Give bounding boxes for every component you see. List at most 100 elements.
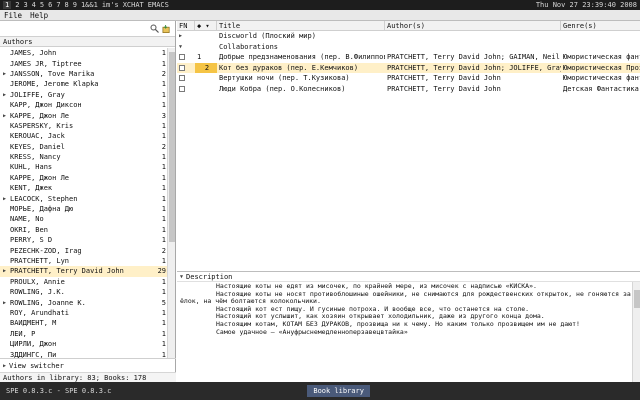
expand-arrow-icon[interactable]: ▶ <box>3 300 10 306</box>
author-row[interactable]: JAMES, John 1 <box>0 48 168 58</box>
row-fn-cell[interactable] <box>177 63 195 74</box>
author-row[interactable]: ▶ ROWLING, Joanne K. 5 <box>0 297 168 307</box>
taskbar-item-book-library[interactable]: Book library <box>307 385 370 397</box>
author-row[interactable]: KAPPE, Джон Ле 1 <box>0 173 168 183</box>
authors-scrollbar[interactable] <box>167 48 175 358</box>
author-book-count: 1 <box>161 184 166 193</box>
author-name: JAMES JR, Tiptree <box>10 59 82 68</box>
author-book-count: 2 <box>161 142 166 151</box>
author-name: JEROME, Jerome Klapka <box>10 80 99 89</box>
workspace-4[interactable]: 4 <box>32 1 36 9</box>
book-genre: Детская Фантастика <box>563 84 639 93</box>
expand-arrow-icon[interactable]: ▶ <box>3 92 10 98</box>
workspace-8[interactable]: 8 <box>65 1 69 9</box>
series-row[interactable]: ▼ Collaborations <box>177 42 640 53</box>
author-row[interactable]: KAPP, Джон Диксон 1 <box>0 100 168 110</box>
author-row[interactable]: ЛЕЙ, Р 1 <box>0 329 168 339</box>
column-title[interactable]: Title <box>217 21 385 30</box>
books-panel: FN ◆ ▾ Title Author(s) Genre(s) ▶ Discwor… <box>177 21 640 383</box>
scrollbar-thumb[interactable] <box>169 52 175 242</box>
book-sequence-number: 2 <box>195 62 217 73</box>
author-row[interactable]: ЦИРЛИ, Джон 1 <box>0 339 168 349</box>
workspace-3[interactable]: 3 <box>23 1 27 9</box>
expand-arrow-icon[interactable]: ▶ <box>3 268 10 274</box>
taskbar-item-spe[interactable]: SPE 0.8.3.c - SPE 0.8.3.c <box>0 385 117 397</box>
author-row[interactable]: JEROME, Jerome Klapka 1 <box>0 79 168 89</box>
workspace-12[interactable]: XCHAT <box>123 1 144 9</box>
book-checkbox[interactable] <box>179 54 185 61</box>
workspace-7[interactable]: 7 <box>56 1 60 9</box>
author-row[interactable]: JAMES JR, Tiptree 1 <box>0 58 168 68</box>
description-header[interactable]: ▼ Description <box>177 272 640 282</box>
workspace-9[interactable]: 9 <box>73 1 77 9</box>
menu-help[interactable]: Help <box>30 11 48 20</box>
author-name: KAPPE, Джон Ле <box>10 111 70 120</box>
author-row[interactable]: KRESS, Nancy 1 <box>0 152 168 162</box>
author-row[interactable]: ▶ LEACOCK, Stephen 1 <box>0 193 168 203</box>
author-row[interactable]: PEZECHK-ZOD, Irag 2 <box>0 245 168 255</box>
author-row[interactable]: ▶ KAPPE, Джон Ле 3 <box>0 110 168 120</box>
row-fn-cell[interactable] <box>177 73 195 84</box>
book-sequence-number <box>195 73 217 84</box>
author-book-count: 1 <box>161 329 166 338</box>
author-row[interactable]: ROY, Arundhati 1 <box>0 308 168 318</box>
author-row[interactable]: OKRI, Ben 1 <box>0 225 168 235</box>
menu-file[interactable]: File <box>4 11 22 20</box>
description-scrollbar[interactable] <box>632 282 640 383</box>
book-row[interactable]: 2 Кот без дураков (пер. Е.Кемчиков) PRATCH… <box>177 62 640 74</box>
search-icon[interactable] <box>150 24 159 33</box>
author-row[interactable]: PERRY, S D 1 <box>0 235 168 245</box>
workspace-5[interactable]: 5 <box>40 1 44 9</box>
book-row[interactable]: Вертушки ночи (пер. Т.Кузикова) PRATCHETT… <box>177 73 640 84</box>
expand-arrow-icon[interactable]: ▶ <box>179 33 182 39</box>
column-author[interactable]: Author(s) <box>385 21 561 30</box>
book-checkbox[interactable] <box>179 64 185 71</box>
author-row[interactable]: KENT, Джек 1 <box>0 183 168 193</box>
expand-arrow-icon[interactable]: ▶ <box>3 113 10 119</box>
book-row[interactable]: 1 Добрые предзнаменования (пер. В.Филиппо… <box>177 52 640 63</box>
author-book-count: 29 <box>157 267 166 276</box>
author-row[interactable]: NAME, No 1 <box>0 214 168 224</box>
author-row[interactable]: ▶ JOLIFFE, Gray 1 <box>0 90 168 100</box>
workspace-switcher[interactable]: 1 2 3 4 5 6 7 8 9 1&&1 im's XCHAT EMACS <box>3 1 169 9</box>
book-row[interactable]: Люди Кобра (пер. О.Колесников) PRATCHETT,… <box>177 84 640 95</box>
workspace-11[interactable]: im's <box>102 1 119 9</box>
author-row[interactable]: ВАЙДМЕНТ, М 1 <box>0 318 168 328</box>
workspace-1[interactable]: 1 <box>3 1 12 9</box>
workspace-10[interactable]: 1&&1 <box>81 1 98 9</box>
row-fn-cell[interactable]: ▶ <box>177 31 195 42</box>
author-row[interactable]: ROWLING, J.K. 1 <box>0 287 168 297</box>
view-switcher[interactable]: ▶ View switcher <box>0 358 176 372</box>
series-row[interactable]: ▶ Discworld (Плоский мир) <box>177 31 640 42</box>
row-fn-cell[interactable]: ▼ <box>177 42 195 53</box>
book-checkbox[interactable] <box>179 75 185 82</box>
author-row[interactable]: KUHL, Hans 1 <box>0 162 168 172</box>
author-row[interactable]: ЗДДИНГС, Пи 1 <box>0 349 168 358</box>
author-row[interactable]: PROULX, Annie 1 <box>0 277 168 287</box>
author-name: ЛЕЙ, Р <box>10 329 36 338</box>
scrollbar-thumb[interactable] <box>634 290 640 308</box>
row-fn-cell[interactable] <box>177 52 195 63</box>
authors-column-header[interactable]: Authors <box>0 37 175 47</box>
add-book-icon[interactable] <box>162 24 171 33</box>
column-fn[interactable]: FN <box>177 21 195 30</box>
author-row[interactable]: МОРЬЕ, Дафна Дю 1 <box>0 204 168 214</box>
author-row[interactable]: KEROUAC, Jack 1 <box>0 131 168 141</box>
author-row[interactable]: KASPERSKY, Kris 1 <box>0 121 168 131</box>
author-row[interactable]: PRATCHETT, Lyn 1 <box>0 256 168 266</box>
author-row[interactable]: ▶ PRATCHETT, Terry David John 29 <box>0 266 168 277</box>
author-name: PRATCHETT, Lyn <box>10 257 70 265</box>
author-row[interactable]: ▶ JANSSON, Tove Marika 2 <box>0 69 168 79</box>
workspace-6[interactable]: 6 <box>48 1 52 9</box>
column-sort[interactable]: ◆ ▾ <box>195 21 217 30</box>
workspace-2[interactable]: 2 <box>15 1 19 9</box>
collapse-arrow-icon[interactable]: ▼ <box>179 44 182 50</box>
book-checkbox[interactable] <box>179 85 185 92</box>
row-fn-cell[interactable] <box>177 84 195 95</box>
column-genre[interactable]: Genre(s) <box>561 21 640 30</box>
workspace-13[interactable]: EMACS <box>148 1 169 9</box>
author-row[interactable]: KEYES, Daniel 2 <box>0 142 168 152</box>
expand-arrow-icon[interactable]: ▶ <box>3 71 10 77</box>
menubar: File Help <box>0 10 640 21</box>
expand-arrow-icon[interactable]: ▶ <box>3 196 10 202</box>
